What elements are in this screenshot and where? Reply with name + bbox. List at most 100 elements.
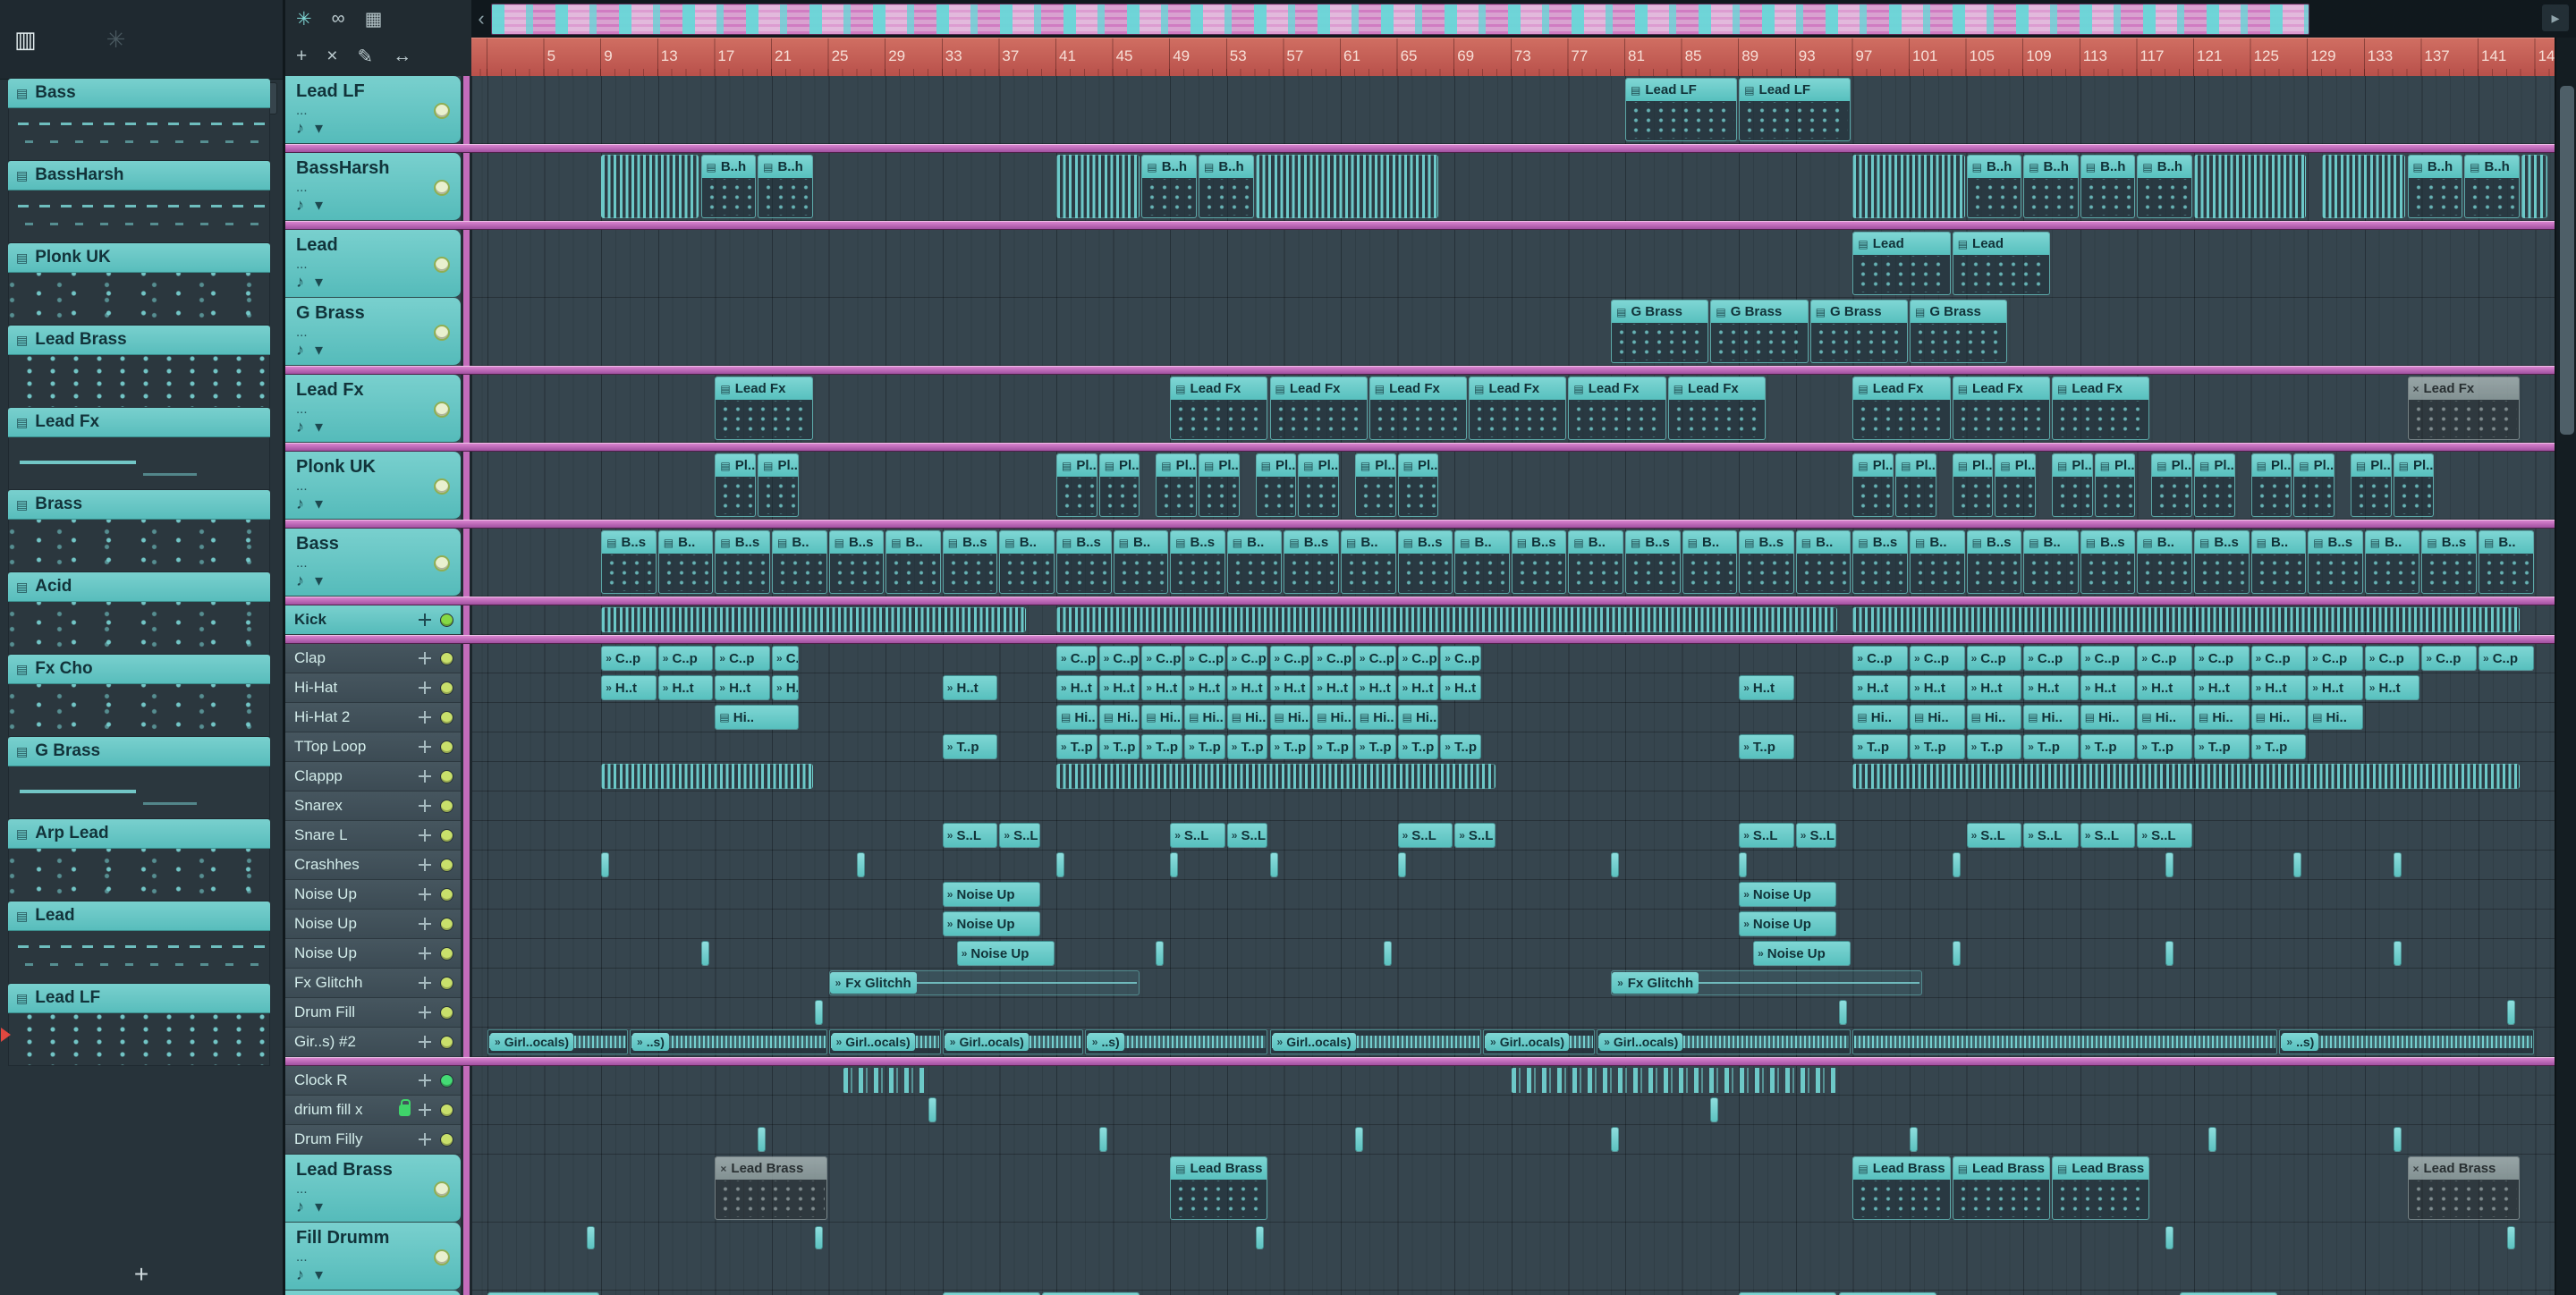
pattern-item-acid[interactable]: ▤ Acid (8, 572, 270, 655)
clip-lead-fx[interactable]: ▤ Lead Fx (1368, 377, 1468, 440)
clip-pl[interactable]: ▤ Pl.. (2293, 453, 2334, 517)
pan-knob-icon[interactable] (418, 740, 432, 754)
clip-h-t[interactable]: »H..t (1739, 675, 1794, 700)
clip-mark[interactable] (1255, 1226, 1264, 1249)
track-lane-snarex[interactable] (472, 791, 2555, 821)
clip-lead-brass[interactable]: ▤ Lead Brass (1852, 1156, 1951, 1220)
clip-pl[interactable]: ▤ Pl.. (2151, 453, 2192, 517)
pattern-name-bar[interactable]: ▤ Lead Fx (8, 408, 270, 437)
track-header-noise-up[interactable]: Noise Up (285, 939, 461, 969)
clip-s-l[interactable]: » S..L (2137, 823, 2192, 848)
clip-h-t[interactable]: »H..t (2194, 675, 2250, 700)
clip-pl[interactable]: ▤ Pl.. (1255, 453, 1297, 517)
track-header-drum-filly[interactable]: Drum Filly (285, 1125, 461, 1155)
clip-mark[interactable] (1952, 941, 1961, 966)
clip-mark[interactable] (1397, 852, 1406, 877)
mute-led[interactable] (440, 1035, 453, 1049)
clip-h-t[interactable]: »H..t (1056, 675, 1097, 700)
track-header-bassharsh[interactable]: BassHarsh... ♪ ▾ (285, 153, 461, 221)
clip-b[interactable]: ▤ B.. (2479, 530, 2534, 594)
clip-h-t[interactable]: »H..t (1966, 675, 2022, 700)
clip-b[interactable]: ▤ B.. (2250, 530, 2307, 594)
clip-pl[interactable]: ▤ Pl.. (2250, 453, 2292, 517)
clip-b-s[interactable]: ▤ B..s (1284, 530, 1339, 594)
clip-h-t[interactable]: »H..t (1852, 675, 1908, 700)
dropdown-icon[interactable]: ▾ (315, 341, 323, 360)
track-header-noise-up-up[interactable]: Noise Up Up...♪▾ (285, 1291, 461, 1295)
clip-lead-fx[interactable]: ▤ Lead Fx (1952, 377, 2050, 440)
clip-mark[interactable] (700, 941, 709, 966)
pan-knob-icon[interactable] (418, 799, 432, 813)
clip-t-p[interactable]: » T..p (1098, 734, 1140, 759)
clip-hi[interactable]: ▤ Hi.. (1397, 705, 1439, 730)
clip-hi[interactable]: ▤ Hi.. (1141, 705, 1183, 730)
track-header-lead[interactable]: Lead... ♪ ▾ (285, 230, 461, 298)
detach-icon[interactable]: ✳ (106, 26, 126, 54)
clip-mark[interactable] (2393, 941, 2402, 966)
clip-stripe[interactable] (1852, 607, 2520, 632)
pattern-name-bar[interactable]: ▤ Brass (8, 490, 270, 520)
clip-c-p[interactable]: »C..p (1269, 646, 1311, 671)
clip-c-p[interactable]: »C..p (1226, 646, 1268, 671)
clip-b-s[interactable]: ▤ B..s (601, 530, 657, 594)
clip-stripe[interactable] (601, 764, 813, 789)
track-header-noise-up[interactable]: Noise Up (285, 880, 461, 910)
clip-mark[interactable] (1383, 941, 1392, 966)
clip-stripe[interactable] (2322, 155, 2406, 218)
clip-hi[interactable]: ▤ Hi.. (715, 705, 799, 730)
mute-led[interactable] (434, 179, 450, 196)
pattern-item-bassharsh[interactable]: ▤ BassHarsh (8, 161, 270, 243)
pattern-item-g-brass[interactable]: ▤ G Brass (8, 737, 270, 819)
clip-b-s[interactable]: ▤ B..s (1511, 530, 1567, 594)
clip-fx-glitchh[interactable]: » Fx Glitchh (1611, 970, 1922, 995)
zoom-icon[interactable]: ↔ (393, 46, 411, 67)
clip-b-s[interactable]: ▤ B..s (1852, 530, 1908, 594)
track-header-clappp[interactable]: Clappp (285, 762, 461, 791)
clip-s-l[interactable]: » S..L (1795, 823, 1837, 848)
clip-h-t[interactable]: »H..t (1354, 675, 1396, 700)
clip-pl[interactable]: ▤ Pl.. (2393, 453, 2435, 517)
clip-h-t[interactable]: »H..t (1312, 675, 1353, 700)
clip-hi[interactable]: ▤ Hi.. (1269, 705, 1311, 730)
clip-b-s[interactable]: ▤ B..s (942, 530, 998, 594)
clip-c-p[interactable]: »C..p (1056, 646, 1097, 671)
clip-pl[interactable]: ▤ Pl.. (2194, 453, 2235, 517)
clip-lead-brass[interactable]: × Lead Brass (2407, 1156, 2520, 1220)
mute-led[interactable] (440, 613, 453, 627)
track-lane-hi-hat-2[interactable]: ▤ Hi.. ▤ Hi.. ▤ Hi.. ▤ Hi.. ▤ Hi.. ▤ Hi.. ▤ Hi.. ▤ Hi..… (472, 703, 2555, 732)
track-header-hi-hat[interactable]: Hi-Hat (285, 673, 461, 703)
clip-hi[interactable]: ▤ Hi.. (1852, 705, 1908, 730)
clip-pl[interactable]: ▤ Pl.. (2052, 453, 2093, 517)
clip-b-s[interactable]: ▤ B..s (2308, 530, 2363, 594)
clip-b[interactable]: ▤ B.. (2137, 530, 2192, 594)
clip-b-s[interactable]: ▤ B..s (828, 530, 885, 594)
clip-t-p[interactable]: » T..p (1141, 734, 1183, 759)
clip-noise-up[interactable]: » Noise Up (942, 911, 1041, 936)
add-icon[interactable]: + (296, 46, 307, 67)
cut-icon[interactable]: × (326, 46, 337, 67)
clip-mark[interactable] (2393, 1127, 2402, 1152)
clip-c-p[interactable]: »C..p (1910, 646, 1965, 671)
clip-t-p[interactable]: » T..p (942, 734, 998, 759)
clip-mark[interactable] (1838, 1000, 1847, 1025)
clip-lead-fx[interactable]: ▤ Lead Fx (715, 377, 813, 440)
dropdown-icon[interactable]: ▾ (315, 495, 323, 513)
clip-mark[interactable] (2506, 1226, 2515, 1249)
clip-c-p[interactable]: »C..p (2421, 646, 2477, 671)
clip-lead-fx[interactable]: ▤ Lead Fx (1269, 377, 1368, 440)
clip-lead-fx[interactable]: ▤ Lead Fx (1667, 377, 1766, 440)
mute-led[interactable] (440, 769, 453, 783)
clip-b-h[interactable]: ▤ B..h (758, 155, 813, 218)
track-header-lead-lf[interactable]: Lead LF... ♪ ▾ (285, 76, 461, 144)
clip-mark[interactable] (1611, 1127, 1620, 1152)
track-header-ttop-loop[interactable]: TTop Loop (285, 732, 461, 762)
clip-b-h[interactable]: ▤ B..h (1141, 155, 1197, 218)
clip-mark[interactable] (758, 1127, 767, 1152)
clip-noise-up[interactable]: » Noise Up (1753, 941, 1852, 966)
clip-c-p[interactable]: »C..p (1397, 646, 1439, 671)
clip-h-t[interactable]: »H..t (2364, 675, 2420, 700)
clip-s[interactable]: » ..s) (1084, 1029, 1268, 1054)
clip-noise-up[interactable]: » Noise Up (956, 941, 1055, 966)
track-lane-lead-brass[interactable]: × Lead Brass ▤ Lead Brass ▤ Lead Brass ▤ Lead B… (472, 1155, 2555, 1223)
vertical-scrollbar[interactable] (2555, 38, 2576, 1295)
